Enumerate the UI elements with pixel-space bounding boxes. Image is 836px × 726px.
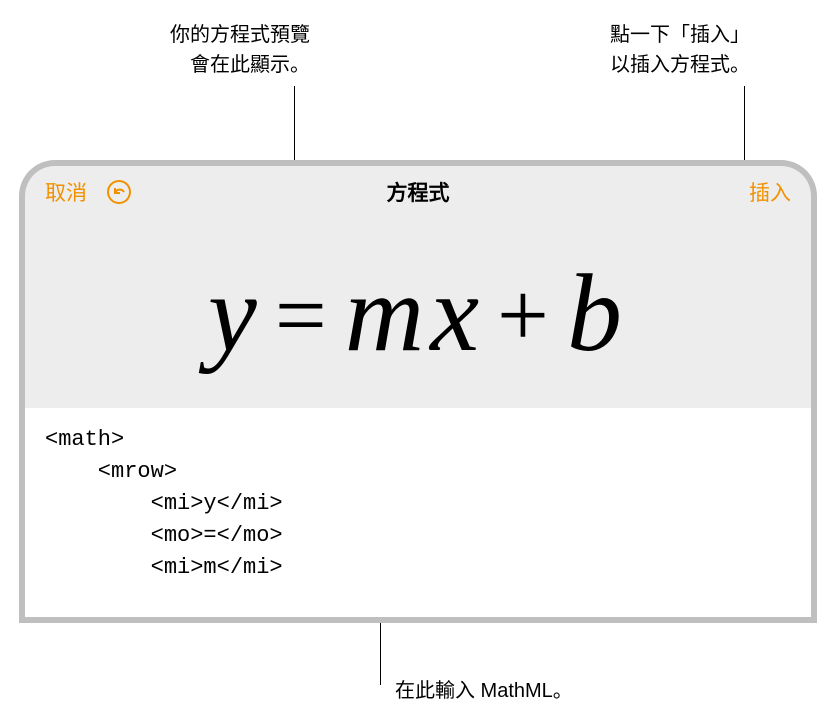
toolbar: 取消 方程式 插入 — [25, 166, 811, 218]
undo-icon — [106, 179, 132, 205]
editor-line: <mi>y</mi> — [45, 491, 283, 516]
editor-line: <mrow> — [45, 459, 177, 484]
callout-connector — [744, 86, 745, 171]
undo-button[interactable] — [105, 178, 133, 206]
cancel-button[interactable]: 取消 — [45, 177, 87, 207]
callout-text: 在此輸入 MathML。 — [395, 680, 573, 702]
equation-op-plus: + — [485, 264, 567, 366]
callout-connector — [380, 623, 381, 685]
equation-preview: y=mx+b — [198, 250, 638, 377]
editor-line: <mo>=</mo> — [45, 523, 283, 548]
equation-var-b: b — [567, 252, 628, 374]
editor-line: <math> — [45, 427, 124, 452]
callout-mathml: 在此輸入 MathML。 — [395, 676, 695, 706]
device-frame: 取消 方程式 插入 y=mx+b <math> <mrow> <mi>y</mi… — [19, 160, 817, 623]
callout-text: 點一下「插入」 — [610, 24, 750, 46]
equation-var-m: m — [345, 252, 430, 374]
equation-preview-area: y=mx+b — [25, 218, 811, 408]
equation-var-x: x — [430, 252, 485, 374]
mathml-editor[interactable]: <math> <mrow> <mi>y</mi> <mo>=</mo> <mi>… — [25, 408, 811, 617]
callout-text: 以插入方程式。 — [610, 54, 750, 76]
equation-var-y: y — [208, 252, 263, 374]
insert-button[interactable]: 插入 — [749, 177, 791, 207]
callout-insert: 點一下「插入」 以插入方程式。 — [530, 20, 750, 80]
callout-text: 會在此顯示。 — [190, 54, 310, 76]
device-screen: 取消 方程式 插入 y=mx+b <math> <mrow> <mi>y</mi… — [25, 166, 811, 617]
dialog-title: 方程式 — [387, 177, 450, 207]
equation-op-equals: = — [263, 264, 345, 366]
editor-line: <mi>m</mi> — [45, 555, 283, 580]
callout-preview: 你的方程式預覽 會在此顯示。 — [90, 20, 310, 80]
callout-text: 你的方程式預覽 — [170, 24, 310, 46]
